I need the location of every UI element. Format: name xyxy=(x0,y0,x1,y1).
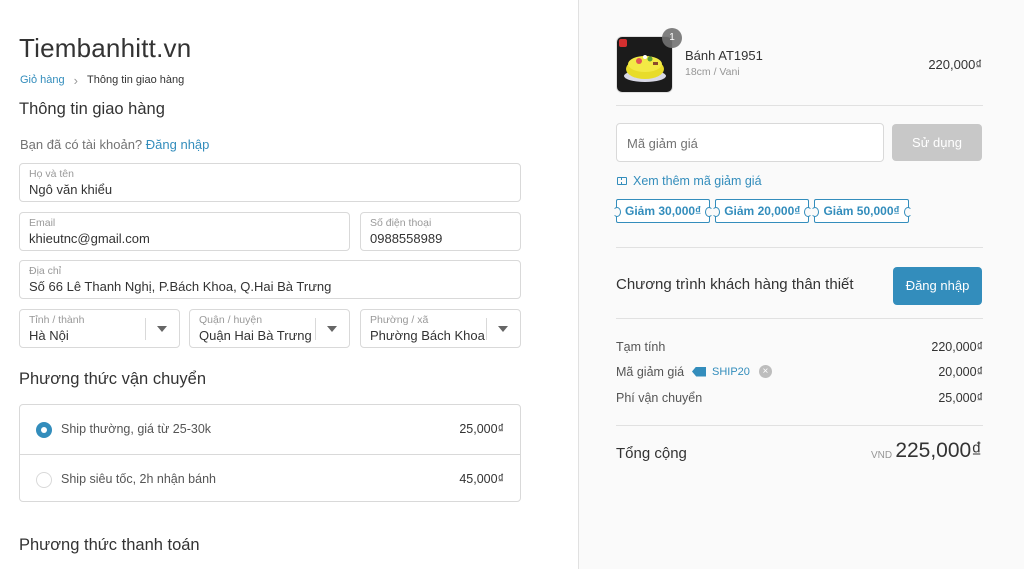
loyalty-program-text: Chương trình khách hàng thân thiết xyxy=(616,276,854,293)
login-link[interactable]: Đăng nhập xyxy=(146,137,210,152)
full-name-value[interactable]: Ngô văn khiểu xyxy=(29,182,112,197)
shipping-option[interactable]: Ship thường, giá từ 25-30k 25,000₫ xyxy=(20,405,520,454)
divider xyxy=(616,318,983,319)
province-label: Tỉnh / thành xyxy=(29,314,85,326)
shipping-option-label: Ship thường, giá từ 25-30k xyxy=(61,422,212,436)
divider xyxy=(616,247,983,248)
account-prompt: Bạn đã có tài khoản? Đăng nhập xyxy=(20,137,209,152)
cake-image xyxy=(624,55,666,82)
breadcrumb-current: Thông tin giao hàng xyxy=(87,74,185,86)
district-select[interactable]: Quận / huyện Quận Hai Bà Trưng xyxy=(189,309,350,348)
shipping-option[interactable]: Ship siêu tốc, 2h nhận bánh 45,000₫ xyxy=(20,454,520,503)
breadcrumb-cart-link[interactable]: Giỏ hàng xyxy=(20,74,65,86)
breadcrumb: Giỏ hàng › Thông tin giao hàng xyxy=(20,72,185,88)
province-select[interactable]: Tỉnh / thành Hà Nội xyxy=(19,309,180,348)
apply-discount-button[interactable]: Sử dụng xyxy=(892,124,982,161)
phone-field[interactable]: Số điện thoại 0988558989 xyxy=(360,212,521,251)
subtotal-row: Tạm tính 220,000₫ xyxy=(616,340,983,358)
total-value: 225,000₫ xyxy=(895,439,982,462)
applied-coupon-code: SHIP20 xyxy=(712,365,750,378)
shipping-option-price: 45,000₫ xyxy=(459,472,504,486)
province-value: Hà Nội xyxy=(29,328,69,343)
shipping-method-list: Ship thường, giá từ 25-30k 25,000₫ Ship … xyxy=(19,404,521,502)
district-label: Quận / huyện xyxy=(199,314,263,326)
coupon-icon xyxy=(617,177,627,185)
shipping-option-price: 25,000₫ xyxy=(459,422,504,436)
chevron-down-icon[interactable] xyxy=(315,318,349,340)
ward-label: Phường / xã xyxy=(370,314,429,326)
discount-code-input[interactable]: Mã giảm giá xyxy=(616,123,884,162)
total-label: Tổng cộng xyxy=(616,445,687,462)
brand-mark-icon xyxy=(619,39,627,47)
discount-row: Mã giảm giá SHIP20 × 20,000₫ xyxy=(616,365,983,383)
shipping-fee-value: 25,000₫ xyxy=(938,391,983,405)
coupon-chips: Giảm 30,000₫ Giảm 20,000₫ Giảm 50,000₫ xyxy=(612,199,912,223)
address-field[interactable]: Địa chỉ Số 66 Lê Thanh Nghị, P.Bách Khoa… xyxy=(19,260,521,299)
order-summary-panel: 1 Bánh AT1951 18cm / Vani 220,000₫ Mã gi… xyxy=(578,0,1024,569)
chevron-down-icon[interactable] xyxy=(486,318,520,340)
product-thumbnail: 1 xyxy=(616,28,682,93)
address-value[interactable]: Số 66 Lê Thanh Nghị, P.Bách Khoa, Q.Hai … xyxy=(29,279,331,294)
radio-checked[interactable] xyxy=(36,422,52,438)
product-price: 220,000₫ xyxy=(928,57,982,72)
account-prompt-text: Bạn đã có tài khoản? xyxy=(20,137,143,152)
email-label: Email xyxy=(29,217,56,229)
product-name: Bánh AT1951 xyxy=(685,48,763,63)
shipping-method-title: Phương thức vận chuyển xyxy=(19,370,207,388)
shipping-info-title: Thông tin giao hàng xyxy=(19,100,165,118)
address-label: Địa chỉ xyxy=(29,265,62,277)
total-currency: VND xyxy=(871,450,893,461)
coupon-chip[interactable]: Giảm 30,000₫ xyxy=(612,199,714,223)
coupon-chip[interactable]: Giảm 50,000₫ xyxy=(811,199,912,223)
shipping-fee-row: Phí vận chuyển 25,000₫ xyxy=(616,391,983,409)
email-field[interactable]: Email khieutnc@gmail.com xyxy=(19,212,350,251)
phone-value[interactable]: 0988558989 xyxy=(370,231,442,246)
ward-value: Phường Bách Khoa xyxy=(370,328,485,343)
chevron-right-icon: › xyxy=(73,72,78,88)
more-coupons-link[interactable]: Xem thêm mã giảm giá xyxy=(617,174,762,188)
tag-icon xyxy=(692,366,706,377)
coupon-chip[interactable]: Giảm 20,000₫ xyxy=(712,199,813,223)
checkout-main: Tiembanhitt.vn Giỏ hàng › Thông tin giao… xyxy=(0,0,578,569)
shipping-option-label: Ship siêu tốc, 2h nhận bánh xyxy=(61,472,216,486)
applied-coupon-tag: SHIP20 × xyxy=(692,365,772,378)
district-value: Quận Hai Bà Trưng xyxy=(199,328,312,343)
discount-code-placeholder: Mã giảm giá xyxy=(627,136,698,151)
divider xyxy=(616,425,983,426)
ward-select[interactable]: Phường / xã Phường Bách Khoa xyxy=(360,309,521,348)
payment-method-title: Phương thức thanh toán xyxy=(19,536,200,554)
chevron-down-icon[interactable] xyxy=(145,318,179,340)
divider xyxy=(616,105,983,106)
remove-coupon-icon[interactable]: × xyxy=(758,365,772,378)
discount-value: 20,000₫ xyxy=(938,365,983,379)
full-name-label: Họ và tên xyxy=(29,168,74,180)
phone-label: Số điện thoại xyxy=(370,217,432,229)
radio-unchecked[interactable] xyxy=(36,472,52,488)
subtotal-label: Tạm tính xyxy=(616,340,666,354)
product-variant: 18cm / Vani xyxy=(685,66,740,78)
subtotal-value: 220,000₫ xyxy=(931,340,983,354)
discount-label: Mã giảm giá xyxy=(616,365,685,379)
quantity-badge: 1 xyxy=(662,28,682,48)
store-logo[interactable]: Tiembanhitt.vn xyxy=(19,33,191,64)
email-value[interactable]: khieutnc@gmail.com xyxy=(29,231,150,246)
full-name-field[interactable]: Họ và tên Ngô văn khiểu xyxy=(19,163,521,202)
more-coupons-label: Xem thêm mã giảm giá xyxy=(633,174,762,188)
shipping-fee-label: Phí vận chuyển xyxy=(616,391,703,405)
loyalty-login-button[interactable]: Đăng nhập xyxy=(893,267,982,305)
